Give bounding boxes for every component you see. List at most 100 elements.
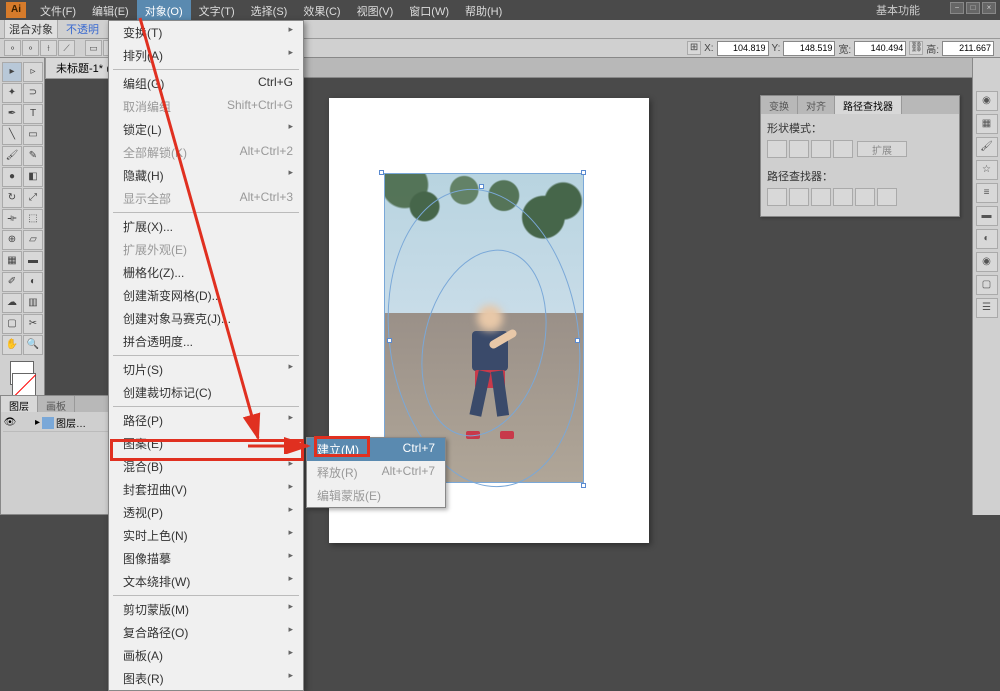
symbols-panel-icon[interactable]: ☆: [976, 160, 998, 180]
menu-item[interactable]: 创建对象马赛克(J)...: [109, 307, 303, 330]
anchor-icon[interactable]: ⟊: [40, 40, 57, 56]
tab-transform[interactable]: 变换: [761, 96, 798, 114]
hand-tool[interactable]: ✋: [2, 335, 22, 355]
pen-tool[interactable]: ✒: [2, 104, 22, 124]
unite-button[interactable]: [767, 140, 787, 158]
type-tool[interactable]: T: [23, 104, 43, 124]
merge-button[interactable]: [811, 188, 831, 206]
menu-item[interactable]: 编组(G)Ctrl+G: [109, 72, 303, 95]
tab-artboards[interactable]: 画板: [38, 396, 75, 412]
gradient-tool[interactable]: ▬: [23, 251, 43, 271]
minus-front-button[interactable]: [789, 140, 809, 158]
menu-item[interactable]: 剪切蒙版(M): [109, 598, 303, 621]
lasso-tool[interactable]: ⊃: [23, 83, 43, 103]
menu-0[interactable]: 文件(F): [32, 0, 84, 20]
menu-item[interactable]: 透视(P): [109, 501, 303, 524]
outline-button[interactable]: [855, 188, 875, 206]
restore-button[interactable]: □: [966, 2, 980, 14]
anchor-icon[interactable]: ⚬: [4, 40, 21, 56]
tab-align[interactable]: 对齐: [798, 96, 835, 114]
anchor-icon[interactable]: ⚬: [22, 40, 39, 56]
layers-panel-icon[interactable]: ☰: [976, 298, 998, 318]
menu-item[interactable]: 混合(B): [109, 455, 303, 478]
color-panel-icon[interactable]: ◉: [976, 91, 998, 111]
shape-builder-tool[interactable]: ⊕: [2, 230, 22, 250]
menu-item[interactable]: 排列(A): [109, 44, 303, 67]
submenu-item[interactable]: 建立(M)Ctrl+7: [307, 438, 445, 461]
swatches-panel-icon[interactable]: ▦: [976, 114, 998, 134]
artboard-tool[interactable]: ▢: [2, 314, 22, 334]
ref-point-icon[interactable]: ⊞: [687, 41, 701, 55]
graphic-styles-icon[interactable]: ▢: [976, 275, 998, 295]
y-input[interactable]: [783, 41, 835, 56]
menu-7[interactable]: 窗口(W): [401, 0, 457, 20]
layer-name[interactable]: 图层…: [56, 415, 86, 430]
scale-tool[interactable]: ⤢: [23, 188, 43, 208]
free-transform-tool[interactable]: ⬚: [23, 209, 43, 229]
menu-8[interactable]: 帮助(H): [457, 0, 510, 20]
perspective-tool[interactable]: ▱: [23, 230, 43, 250]
tab-pathfinder[interactable]: 路径查找器: [835, 96, 902, 114]
transparency-icon[interactable]: ◐: [976, 229, 998, 249]
crop-button[interactable]: [833, 188, 853, 206]
menu-item[interactable]: 图案(E): [109, 432, 303, 455]
selection-tool[interactable]: ▸: [2, 62, 22, 82]
pathfinder-panel[interactable]: 变换 对齐 路径查找器 形状模式： 扩展 路径查找器：: [760, 95, 960, 217]
workspace-label[interactable]: 基本功能: [876, 2, 920, 18]
anchor-point[interactable]: [379, 170, 384, 175]
menu-item[interactable]: 锁定(L): [109, 118, 303, 141]
opacity-label[interactable]: 不透明: [62, 20, 103, 38]
anchor-point[interactable]: [575, 338, 580, 343]
exclude-button[interactable]: [833, 140, 853, 158]
close-button[interactable]: ×: [982, 2, 996, 14]
menu-item[interactable]: 复合路径(O): [109, 621, 303, 644]
mesh-tool[interactable]: ▦: [2, 251, 22, 271]
menu-item[interactable]: 切片(S): [109, 358, 303, 381]
h-input[interactable]: [942, 41, 994, 56]
direct-select-tool[interactable]: ▹: [23, 62, 43, 82]
divide-button[interactable]: [767, 188, 787, 206]
layers-panel[interactable]: 图层 画板 👁 ▸ 图层…: [0, 395, 116, 515]
expand-button[interactable]: 扩展: [857, 141, 907, 157]
menu-1[interactable]: 编辑(E): [84, 0, 137, 20]
zoom-tool[interactable]: 🔍: [23, 335, 43, 355]
minimize-button[interactable]: −: [950, 2, 964, 14]
stroke-swatch[interactable]: [12, 373, 36, 397]
menu-6[interactable]: 视图(V): [349, 0, 402, 20]
menu-item[interactable]: 画板(A): [109, 644, 303, 667]
slice-tool[interactable]: ✂: [23, 314, 43, 334]
trim-button[interactable]: [789, 188, 809, 206]
menu-item[interactable]: 图像描摹: [109, 547, 303, 570]
gradient-panel-icon[interactable]: ▬: [976, 206, 998, 226]
menu-item[interactable]: 路径(P): [109, 409, 303, 432]
eraser-tool[interactable]: ◧: [23, 167, 43, 187]
menu-item[interactable]: 图表(R): [109, 667, 303, 690]
menu-item[interactable]: 隐藏(H): [109, 164, 303, 187]
menu-item[interactable]: 创建渐变网格(D)...: [109, 284, 303, 307]
menu-5[interactable]: 效果(C): [295, 0, 348, 20]
anchor-icon[interactable]: ⟋: [58, 40, 75, 56]
symbol-tool[interactable]: ☁: [2, 293, 22, 313]
anchor-point[interactable]: [581, 170, 586, 175]
anchor-point[interactable]: [387, 338, 392, 343]
rect-tool[interactable]: ▭: [23, 125, 43, 145]
menu-item[interactable]: 变换(T): [109, 21, 303, 44]
brush-tool[interactable]: 🖌: [2, 146, 22, 166]
pencil-tool[interactable]: ✎: [23, 146, 43, 166]
expand-icon[interactable]: ▸: [35, 417, 40, 428]
menu-item[interactable]: 扩展(X)...: [109, 215, 303, 238]
wand-tool[interactable]: ✦: [2, 83, 22, 103]
menu-2[interactable]: 对象(O): [137, 0, 191, 20]
blend-tool[interactable]: ◐: [23, 272, 43, 292]
intersect-button[interactable]: [811, 140, 831, 158]
anchor-point[interactable]: [479, 184, 484, 189]
stroke-panel-icon[interactable]: ≡: [976, 183, 998, 203]
line-tool[interactable]: ╲: [2, 125, 22, 145]
anchor-point[interactable]: [581, 483, 586, 488]
blob-tool[interactable]: ●: [2, 167, 22, 187]
brushes-panel-icon[interactable]: 🖌: [976, 137, 998, 157]
link-icon[interactable]: ⛓: [909, 41, 923, 55]
menu-item[interactable]: 实时上色(N): [109, 524, 303, 547]
menu-item[interactable]: 栅格化(Z)...: [109, 261, 303, 284]
menu-item[interactable]: 创建裁切标记(C): [109, 381, 303, 404]
